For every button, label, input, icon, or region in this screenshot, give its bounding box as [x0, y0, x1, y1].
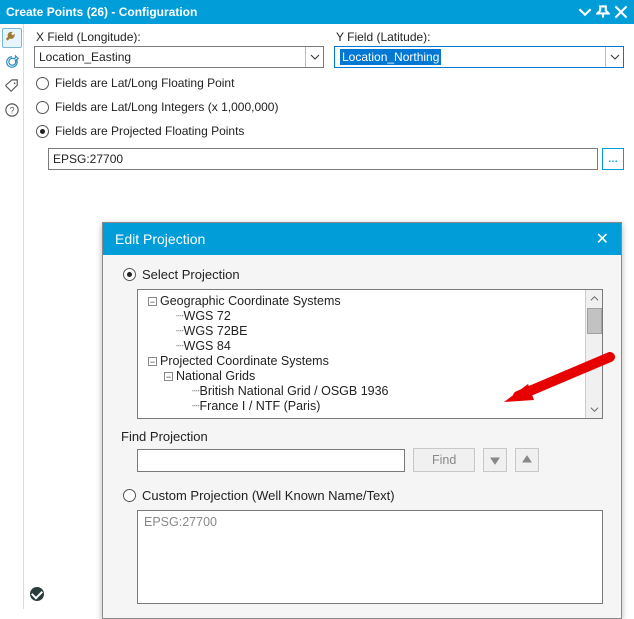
close-icon[interactable] — [614, 5, 628, 19]
find-projection-label: Find Projection — [121, 429, 603, 444]
config-panel: X Field (Longitude): Location_Easting Y … — [24, 24, 634, 609]
chevron-down-icon[interactable] — [605, 47, 623, 67]
tree-leaf[interactable]: WGS 72BE — [184, 324, 248, 339]
scrollbar[interactable] — [585, 290, 602, 418]
projection-tree[interactable]: −Geographic Coordinate Systems ┈ WGS 72 … — [137, 289, 603, 419]
svg-text:?: ? — [9, 106, 14, 116]
tree-node-gcs[interactable]: Geographic Coordinate Systems — [160, 294, 341, 309]
tool-help[interactable]: ? — [2, 100, 22, 120]
projection-input[interactable]: EPSG:27700 — [48, 148, 598, 170]
move-up-button[interactable] — [515, 448, 539, 472]
window-titlebar: Create Points (26) - Configuration — [0, 0, 634, 24]
radio-latlong-float[interactable]: Fields are Lat/Long Floating Point — [36, 74, 624, 92]
tree-node-pcs[interactable]: Projected Coordinate Systems — [160, 354, 329, 369]
tree-leaf-bng[interactable]: British National Grid / OSGB 1936 — [200, 384, 389, 399]
projection-input-value: EPSG:27700 — [53, 152, 123, 166]
pin-icon[interactable] — [596, 5, 610, 19]
scroll-thumb[interactable] — [587, 308, 602, 334]
x-field-label: X Field (Longitude): — [36, 30, 324, 44]
tools-sidebar: ? — [0, 24, 24, 609]
radio-latlong-int[interactable]: Fields are Lat/Long Integers (x 1,000,00… — [36, 98, 624, 116]
y-field-combo[interactable]: Location_Northing — [334, 46, 624, 68]
tool-wrench[interactable] — [2, 28, 22, 48]
projection-browse-button[interactable]: … — [602, 148, 624, 170]
status-ok-icon — [30, 587, 44, 601]
find-button[interactable]: Find — [413, 448, 475, 472]
x-field-combo[interactable]: Location_Easting — [34, 46, 324, 68]
y-field-label: Y Field (Latitude): — [336, 30, 624, 44]
radio-select-projection[interactable]: Select Projection — [123, 265, 603, 283]
chevron-down-icon[interactable] — [578, 5, 592, 19]
tree-leaf[interactable]: WGS 84 — [184, 339, 231, 354]
radio-icon — [36, 77, 49, 90]
dialog-titlebar: Edit Projection ✕ — [103, 223, 621, 255]
radio-icon — [36, 101, 49, 114]
radio-icon — [36, 125, 49, 138]
scroll-up-icon[interactable] — [586, 290, 602, 307]
tool-refresh[interactable] — [2, 52, 22, 72]
window-title: Create Points (26) - Configuration — [6, 5, 197, 19]
move-down-button[interactable] — [483, 448, 507, 472]
radio-custom-projection[interactable]: Custom Projection (Well Known Name/Text) — [123, 486, 603, 504]
radio-icon — [123, 489, 136, 502]
find-projection-input[interactable] — [137, 449, 405, 472]
radio-projected[interactable]: Fields are Projected Floating Points — [36, 122, 624, 140]
tool-tag[interactable] — [2, 76, 22, 96]
tree-leaf[interactable]: France I / NTF (Paris) — [200, 399, 321, 414]
scroll-down-icon[interactable] — [586, 401, 602, 418]
custom-projection-value: EPSG:27700 — [144, 515, 217, 529]
radio-icon — [123, 268, 136, 281]
close-icon[interactable]: ✕ — [596, 229, 609, 249]
dialog-title: Edit Projection — [115, 231, 205, 247]
chevron-down-icon[interactable] — [305, 47, 323, 67]
tree-leaf[interactable]: WGS 72 — [184, 309, 231, 324]
edit-projection-dialog: Edit Projection ✕ Select Projection −Geo… — [102, 222, 622, 619]
tree-node-natgrid[interactable]: National Grids — [176, 369, 255, 384]
custom-projection-text[interactable]: EPSG:27700 — [137, 510, 603, 604]
x-field-value: Location_Easting — [35, 50, 305, 64]
y-field-value: Location_Northing — [340, 49, 441, 65]
